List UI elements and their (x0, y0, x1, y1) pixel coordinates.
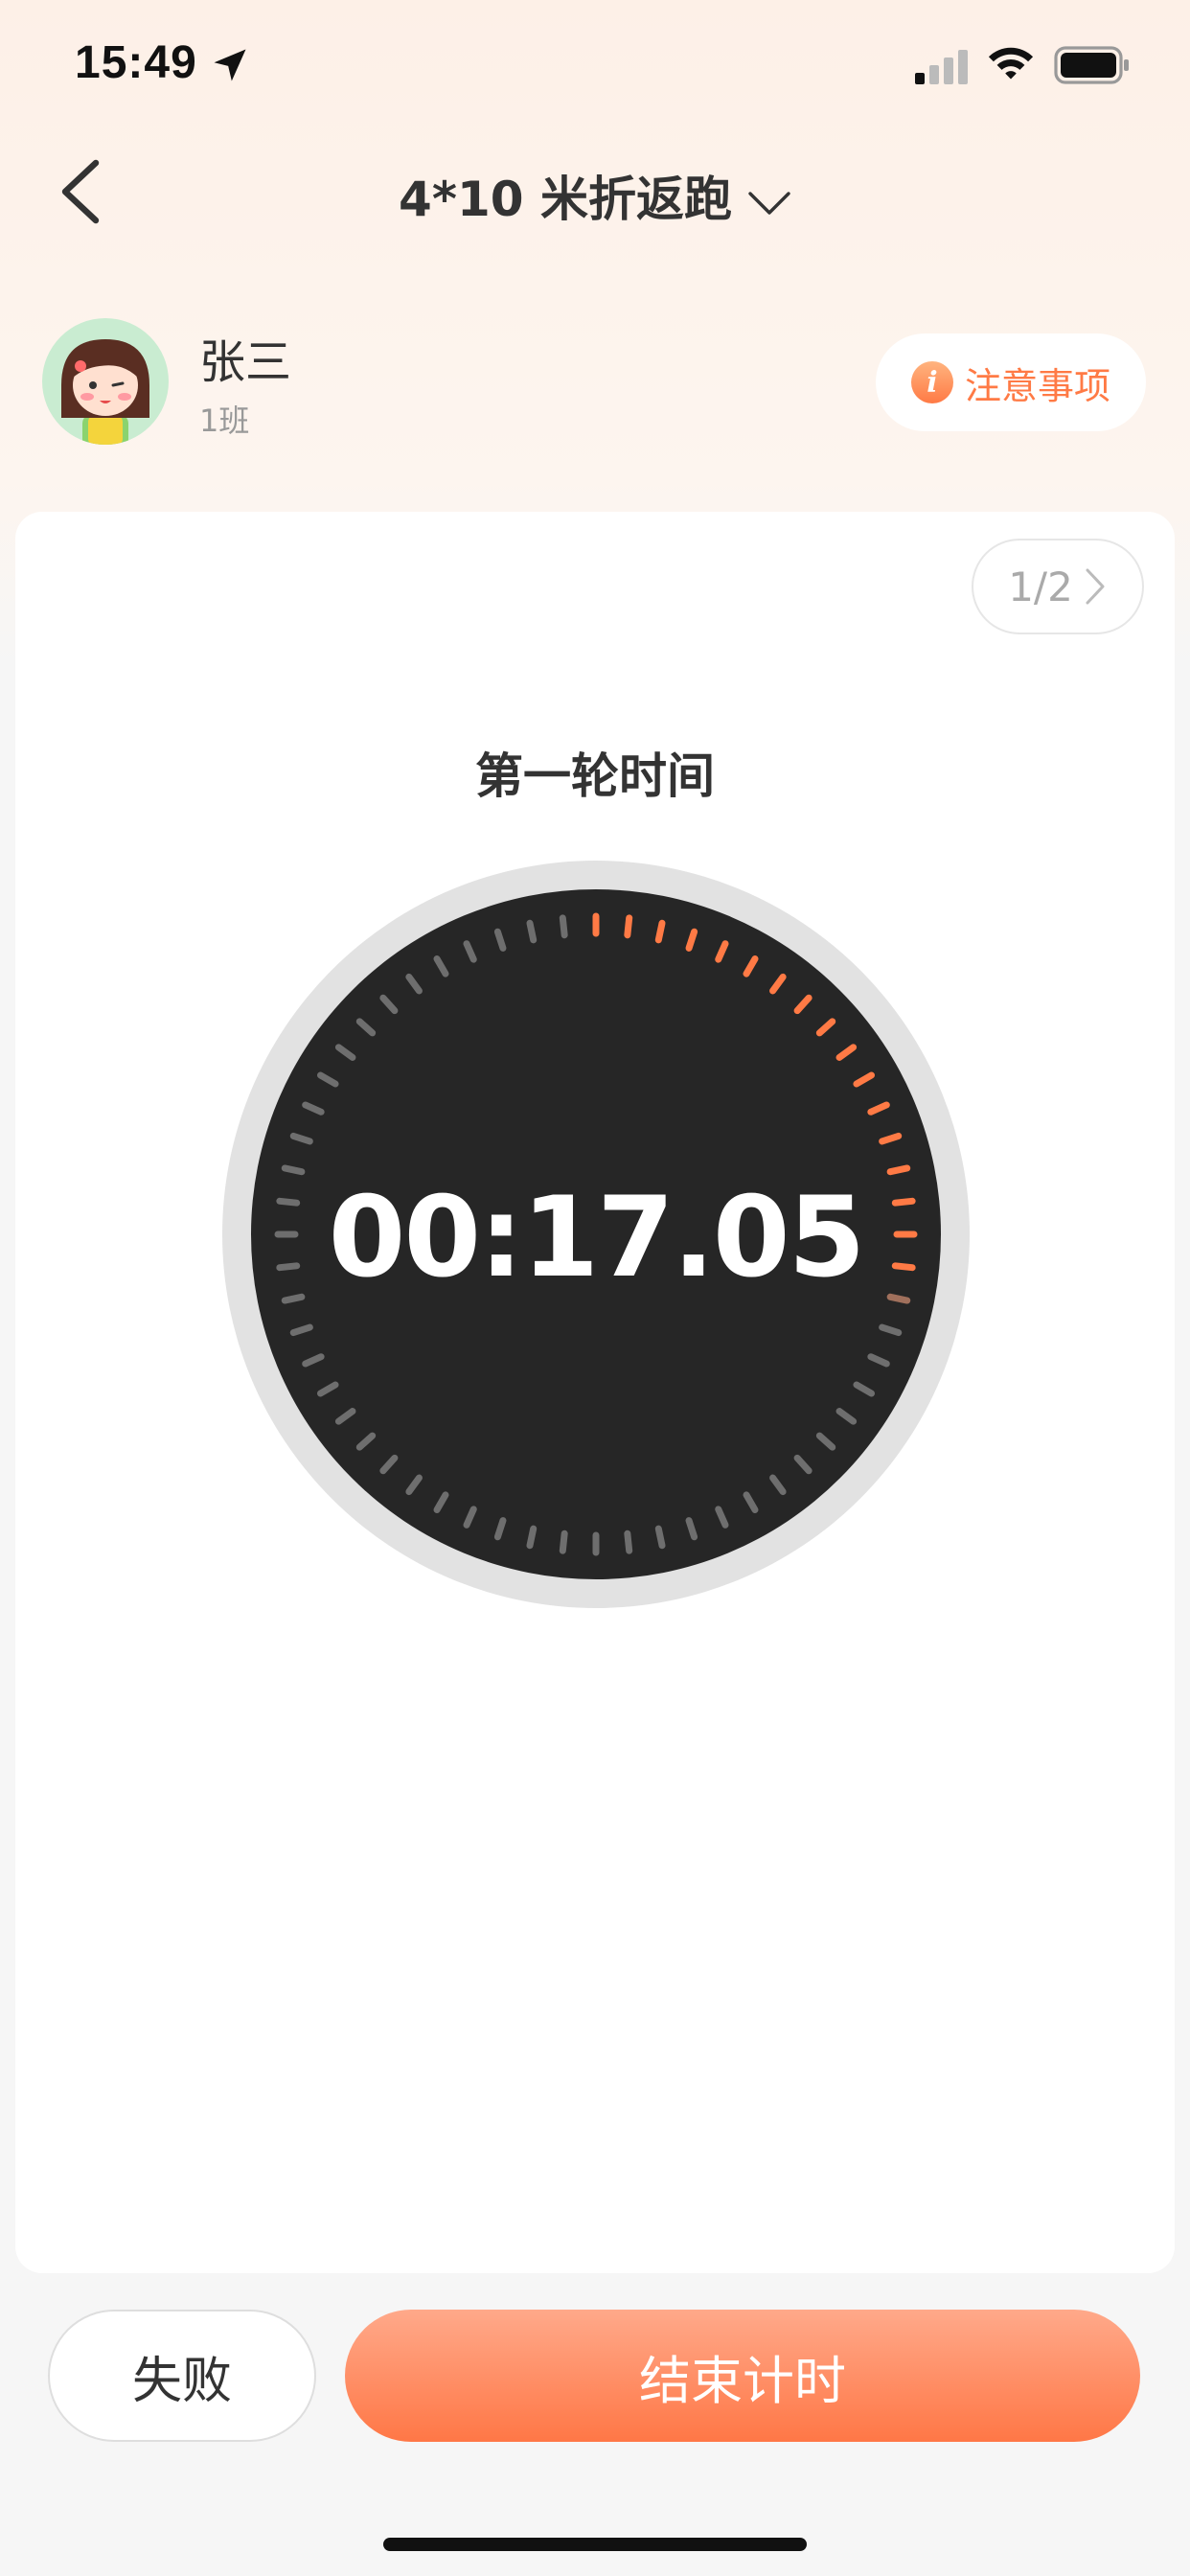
chevron-down-icon (748, 191, 790, 215)
dial-tick-active (624, 914, 633, 939)
fail-button[interactable]: 失败 (48, 2310, 316, 2442)
dial-tick (559, 1530, 568, 1554)
dial-tick (281, 1164, 306, 1176)
notice-label: 注意事项 (964, 364, 1110, 407)
round-title: 第一轮时间 (475, 748, 715, 804)
battery-icon (1054, 46, 1129, 84)
pager-label: 1/2 (1008, 563, 1073, 610)
round-pager[interactable]: 1/2 (972, 539, 1144, 634)
end-timing-button[interactable]: 结束计时 (345, 2310, 1140, 2442)
status-bar: 15:49 (0, 0, 1190, 134)
chevron-right-icon (1086, 568, 1105, 605)
avatar (42, 318, 169, 445)
dial-tick (654, 1525, 666, 1550)
timer-display: 00:17.05 (328, 1173, 866, 1302)
info-icon: i (910, 361, 953, 403)
timer-card: 1/2 第一轮时间 00:17.05 (15, 512, 1175, 2273)
wifi-icon (988, 47, 1034, 80)
dial-tick-active (654, 919, 666, 944)
home-indicator (383, 2538, 807, 2551)
signal-icon (915, 50, 968, 84)
navigation-bar: 4*10 米折返跑 (0, 134, 1190, 249)
girl-avatar-icon (61, 339, 149, 445)
status-time: 15:49 (75, 37, 197, 88)
dial-tick (526, 1525, 538, 1550)
student-class: 1班 (199, 402, 250, 439)
dial-tick (624, 1530, 633, 1554)
student-profile: 张三 1班 i 注意事项 (0, 314, 1190, 458)
notice-button[interactable]: i 注意事项 (876, 334, 1146, 431)
stopwatch-dial: 00:17.05 (220, 859, 972, 1610)
dial-tick-active (886, 1164, 911, 1176)
dial-tick (559, 914, 568, 939)
test-selector[interactable]: 4*10 米折返跑 (0, 161, 1190, 230)
dial-tick (526, 919, 538, 944)
student-name: 张三 (199, 335, 292, 389)
location-arrow-icon (214, 49, 246, 81)
page-title: 4*10 米折返跑 (399, 172, 732, 227)
